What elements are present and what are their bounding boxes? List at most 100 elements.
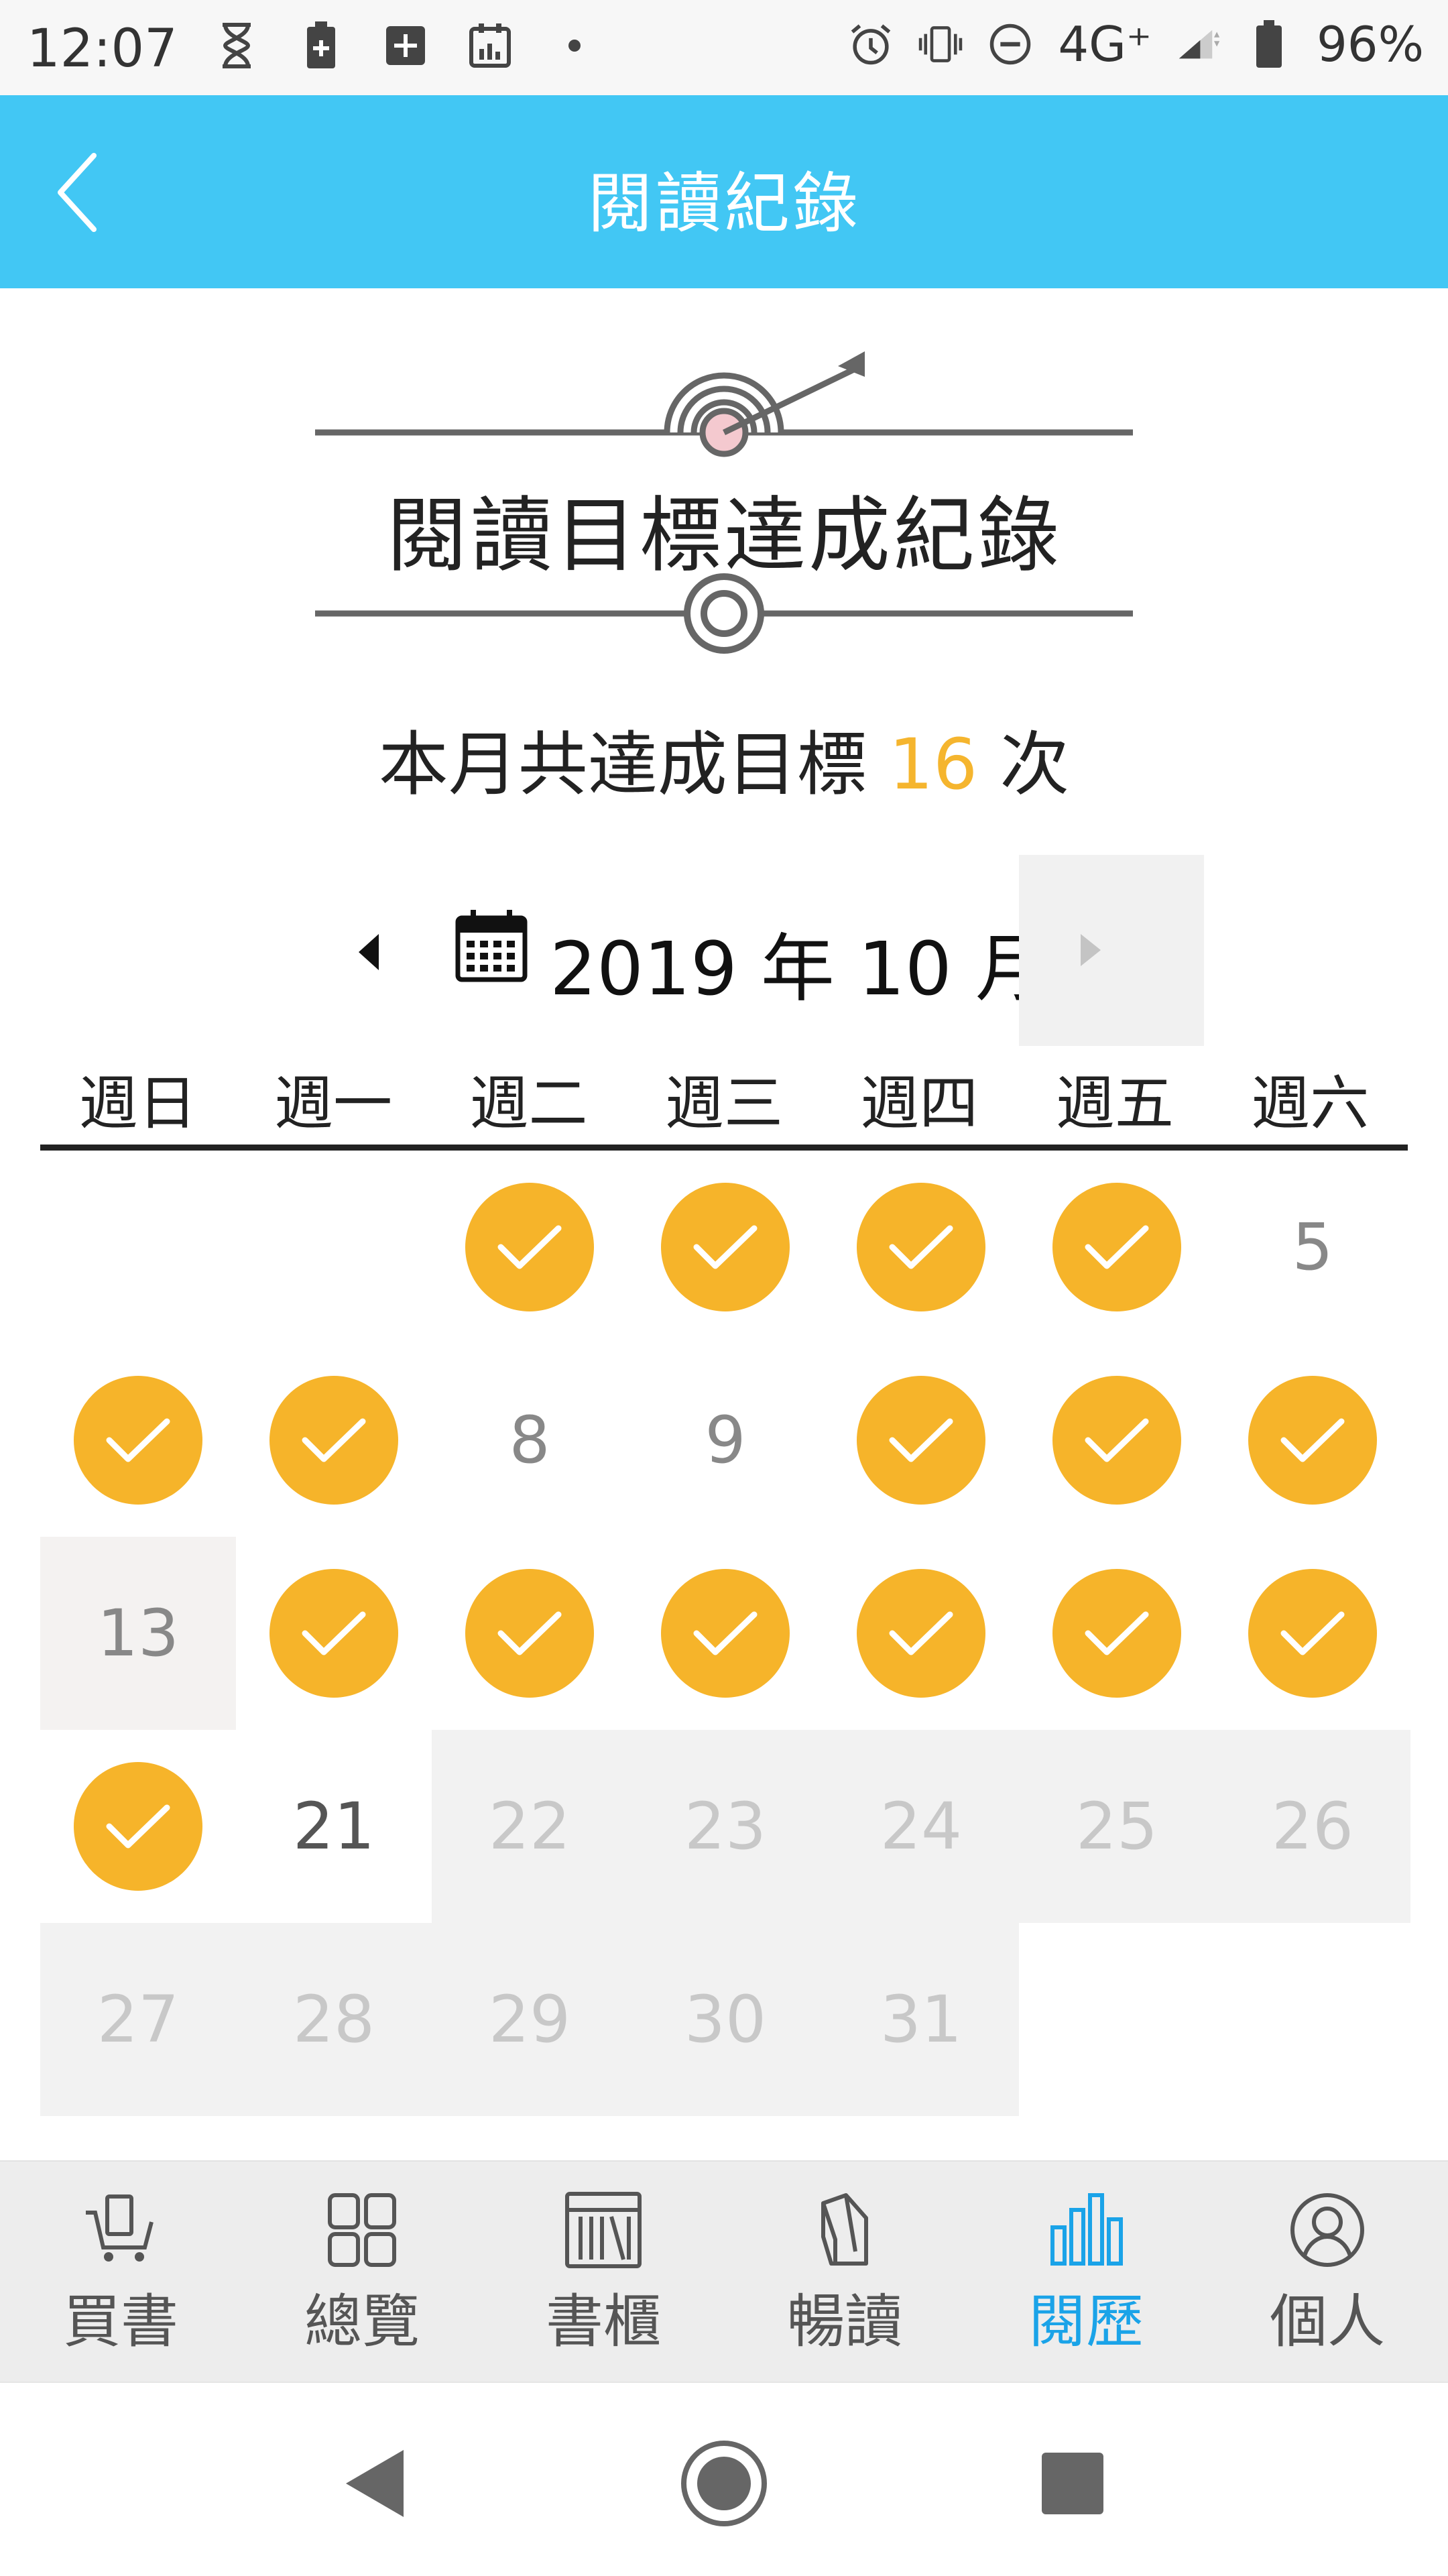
summary-count: 16 <box>888 723 978 805</box>
checkmark-icon <box>661 1569 790 1698</box>
day-number: 29 <box>488 1982 571 2057</box>
calendar-day-12[interactable] <box>1215 1344 1410 1537</box>
month-navigator: 2019 年 10 月 <box>0 855 1448 1049</box>
bookshelf-icon <box>565 2192 642 2268</box>
bottom-tab-bar: 買書 總覽 書櫃 暢讀 閱歷 個人 <box>0 2160 1448 2383</box>
calendar-day-10[interactable] <box>823 1344 1019 1537</box>
calendar-day-23[interactable]: 23 <box>627 1730 823 1923</box>
tab-label-history: 閱歷 <box>1028 2288 1144 2355</box>
day-number: 9 <box>705 1403 746 1478</box>
bar-chart-icon <box>1050 2193 1123 2266</box>
calendar-day-4[interactable] <box>1019 1151 1215 1344</box>
calendar-day-18[interactable] <box>1019 1537 1215 1730</box>
checkmark-icon <box>857 1183 985 1311</box>
recents-icon <box>1042 2453 1103 2514</box>
calendar-day-21[interactable]: 21 <box>236 1730 432 1923</box>
tab-profile[interactable]: 個人 <box>1207 2162 1448 2383</box>
tab-history[interactable]: 閱歷 <box>965 2162 1207 2383</box>
calendar-day-31[interactable]: 31 <box>823 1923 1019 2116</box>
calendar-day-15[interactable] <box>432 1537 627 1730</box>
day-number: 8 <box>509 1403 550 1478</box>
day-number: 28 <box>292 1982 375 2057</box>
day-number: 23 <box>684 1789 767 1864</box>
tab-overview[interactable]: 總覽 <box>241 2162 483 2383</box>
tab-label-profile: 個人 <box>1270 2288 1385 2355</box>
calendar-empty-cell <box>40 1151 236 1344</box>
home-icon <box>681 2441 767 2526</box>
checkmark-icon <box>269 1376 398 1505</box>
calendar-day-30[interactable]: 30 <box>627 1923 823 2116</box>
calendar-icon <box>455 910 528 982</box>
grid-icon <box>328 2193 396 2267</box>
weekday-mon: 週一 <box>274 1069 393 1138</box>
calendar-day-1[interactable] <box>432 1151 627 1344</box>
tab-label-buy-books: 買書 <box>63 2288 178 2355</box>
calendar-day-11[interactable] <box>1019 1344 1215 1537</box>
status-right: 4G⁺ 96% <box>849 16 1424 72</box>
checkmark-icon <box>661 1183 790 1311</box>
dnd-icon <box>988 19 1032 70</box>
summary-prefix: 本月共達成目標 <box>378 723 867 805</box>
tab-bookshelf[interactable]: 書櫃 <box>483 2162 724 2383</box>
tab-label-reading: 暢讀 <box>787 2288 902 2355</box>
alarm-icon <box>849 19 893 70</box>
weekday-fri: 週五 <box>1055 1069 1174 1138</box>
day-number: 30 <box>684 1982 767 2057</box>
calendar-day-28[interactable]: 28 <box>236 1923 432 2116</box>
checkmark-icon <box>465 1183 594 1311</box>
checkmark-icon <box>1248 1569 1377 1698</box>
status-left-icons <box>215 20 597 71</box>
calendar-day-6[interactable] <box>40 1344 236 1537</box>
battery-level: 96% <box>1316 16 1424 72</box>
system-nav-bar <box>0 2382 1448 2576</box>
calendar-day-7[interactable] <box>236 1344 432 1537</box>
calendar-day-16[interactable] <box>627 1537 823 1730</box>
triangle-right-icon <box>1081 934 1101 966</box>
system-recents-button[interactable] <box>1026 2437 1120 2530</box>
status-bar: 12:07 4G⁺ 96% <box>0 0 1448 95</box>
hourglass-icon <box>215 20 259 71</box>
checkmark-icon <box>1052 1183 1181 1311</box>
weekday-header: 週日 週一 週二 週三 週四 週五 週六 <box>40 1056 1408 1138</box>
calendar-day-22[interactable]: 22 <box>432 1730 627 1923</box>
tab-reading[interactable]: 暢讀 <box>724 2162 965 2383</box>
system-back-button[interactable] <box>328 2437 422 2530</box>
checkmark-icon <box>74 1376 202 1505</box>
calendar-grid: 5 8 9 13 21 22 23 24 25 26 27 28 29 30 31 <box>40 1151 1412 2116</box>
calendar-day-17[interactable] <box>823 1537 1019 1730</box>
calendar-day-25[interactable]: 25 <box>1019 1730 1215 1923</box>
checkmark-icon <box>269 1569 398 1698</box>
calendar-day-27[interactable]: 27 <box>40 1923 236 2116</box>
weekday-wed: 週三 <box>664 1069 783 1138</box>
back-icon <box>346 2450 404 2517</box>
checkmark-icon <box>74 1762 202 1891</box>
tab-label-bookshelf: 書櫃 <box>546 2288 661 2355</box>
weekday-divider <box>40 1145 1408 1151</box>
calendar-day-8[interactable]: 8 <box>432 1344 627 1537</box>
calendar-day-19[interactable] <box>1215 1537 1410 1730</box>
calendar-day-14[interactable] <box>236 1537 432 1730</box>
calendar-day-26[interactable]: 26 <box>1215 1730 1410 1923</box>
calendar-day-9[interactable]: 9 <box>627 1344 823 1537</box>
day-number: 24 <box>880 1789 963 1864</box>
triangle-left-icon <box>359 934 379 970</box>
prev-month-button[interactable] <box>332 895 399 1009</box>
weekday-thu: 週四 <box>860 1069 979 1138</box>
calendar-day-5[interactable]: 5 <box>1215 1151 1410 1344</box>
calendar-day-13[interactable]: 13 <box>40 1537 236 1730</box>
signal-icon <box>1177 19 1221 70</box>
month-label: 2019 年 10 月 <box>550 926 1049 1012</box>
weekday-tue: 週二 <box>469 1069 588 1138</box>
day-number: 26 <box>1271 1789 1354 1864</box>
calendar-day-29[interactable]: 29 <box>432 1923 627 2116</box>
day-number: 25 <box>1075 1789 1158 1864</box>
calendar-day-2[interactable] <box>627 1151 823 1344</box>
system-home-button[interactable] <box>677 2437 771 2530</box>
calendar-day-20[interactable] <box>40 1730 236 1923</box>
tab-buy-books[interactable]: 買書 <box>0 2162 241 2383</box>
calendar-day-3[interactable] <box>823 1151 1019 1344</box>
checkmark-icon <box>857 1569 985 1698</box>
network-label: 4G⁺ <box>1058 16 1152 72</box>
next-month-button[interactable] <box>1019 855 1204 1046</box>
calendar-day-24[interactable]: 24 <box>823 1730 1019 1923</box>
